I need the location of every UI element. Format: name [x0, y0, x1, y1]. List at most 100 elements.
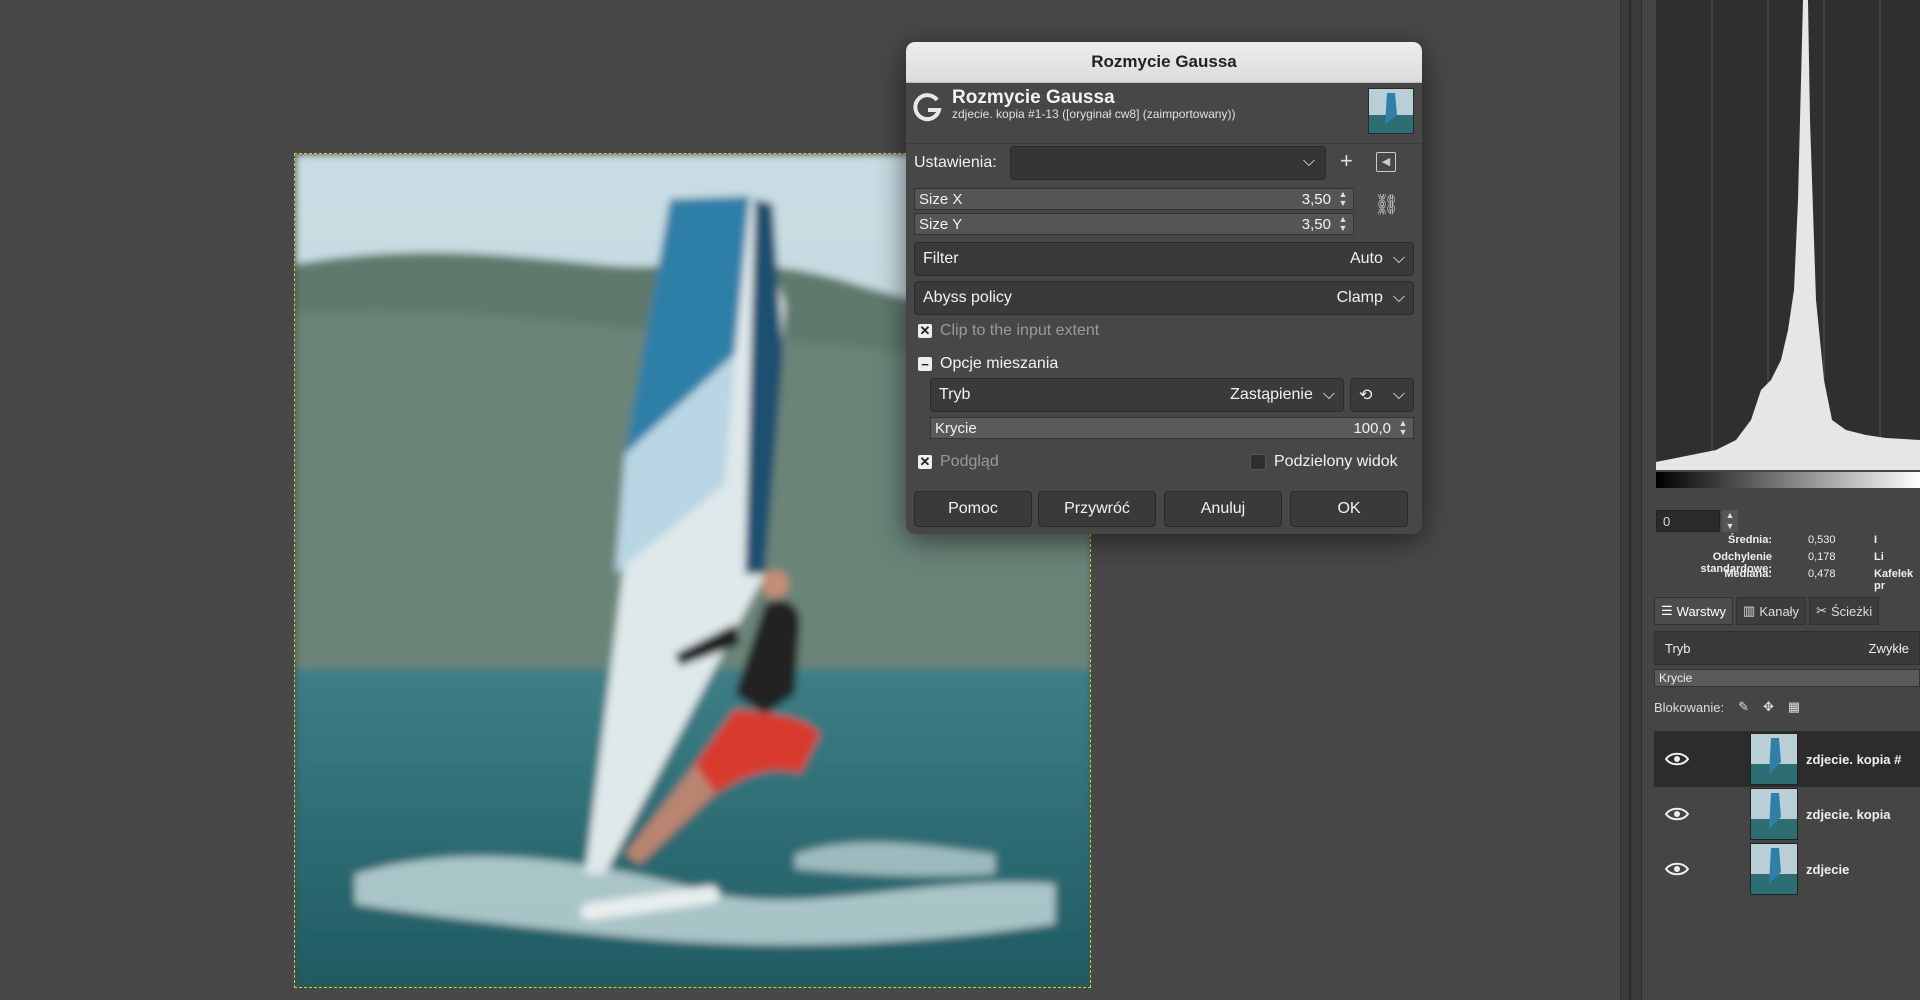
- visibility-eye-icon[interactable]: [1654, 807, 1700, 821]
- opacity-field[interactable]: Krycie 100,0 ▲ ▼: [930, 417, 1414, 439]
- blend-section-label: Opcje mieszania: [940, 355, 1059, 372]
- opacity-value: 100,0: [1353, 419, 1391, 437]
- layer-opacity-slider[interactable]: Krycie: [1654, 669, 1920, 687]
- tab-channels[interactable]: ▥ Kanały: [1736, 597, 1807, 625]
- opacity-stepper[interactable]: ▲ ▼: [1397, 419, 1409, 437]
- size-x-field[interactable]: Size X 3,50 ▲ ▼: [914, 188, 1354, 210]
- preview-label: Podgląd: [940, 453, 999, 470]
- blend-mode-combo[interactable]: Tryb Zastąpienie ⌵: [930, 378, 1344, 412]
- layer-row[interactable]: zdjecie. kopia: [1654, 786, 1920, 842]
- stat-extra-3: Kafelek pr: [1874, 568, 1914, 592]
- abyss-label: Abyss policy: [923, 289, 1012, 306]
- channels-icon: ▥: [1743, 603, 1756, 618]
- layer-row[interactable]: zdjecie: [1654, 841, 1920, 897]
- chevron-down-icon: ⌵: [1392, 386, 1405, 403]
- visibility-eye-icon[interactable]: [1654, 862, 1700, 876]
- layer-mode-combo[interactable]: Tryb Zwykłe: [1654, 631, 1920, 665]
- tab-layers[interactable]: ☰ Warstwy: [1654, 597, 1734, 625]
- abyss-value: Clamp: [1336, 289, 1383, 306]
- presets-combo[interactable]: ⌵: [1010, 146, 1326, 180]
- dock-tabs: ☰ Warstwy ▥ Kanały ✂ Ścieżki: [1654, 597, 1880, 627]
- mean-value: 0,530: [1808, 534, 1836, 546]
- header-title: Rozmycie Gaussa: [952, 87, 1115, 108]
- collapse-icon[interactable]: −: [918, 357, 932, 372]
- preset-menu-icon[interactable]: ◀: [1376, 152, 1396, 172]
- composite-icon: ⟲: [1359, 387, 1373, 404]
- layer-name[interactable]: zdjecie. kopia #: [1806, 752, 1901, 767]
- preview-thumbnail: [1368, 88, 1414, 134]
- cancel-button[interactable]: Anuluj: [1164, 491, 1282, 527]
- histogram-stats: Średnia: 0,530 I Odchylenie standardowe:…: [1654, 534, 1920, 592]
- ok-button[interactable]: OK: [1290, 491, 1408, 527]
- size-y-stepper[interactable]: ▲ ▼: [1337, 215, 1349, 233]
- lock-label: Blokowanie:: [1654, 699, 1725, 715]
- layer-opacity-label: Krycie: [1659, 671, 1693, 685]
- lock-row: Blokowanie: ✎ ✥ ▦: [1654, 693, 1800, 721]
- layer-name[interactable]: zdjecie. kopia: [1806, 807, 1891, 822]
- tab-paths[interactable]: ✂ Ścieżki: [1809, 597, 1880, 625]
- preview-checkbox[interactable]: ✕: [918, 454, 932, 469]
- reset-button[interactable]: Przywróć: [1038, 491, 1156, 527]
- median-value: 0,478: [1808, 568, 1836, 580]
- size-x-stepper[interactable]: ▲ ▼: [1337, 190, 1349, 208]
- filter-label: Filter: [923, 250, 959, 267]
- split-view-row[interactable]: Podzielony widok: [1250, 453, 1398, 471]
- histogram-gradient-bar[interactable]: [1656, 472, 1920, 488]
- split-view-label: Podzielony widok: [1274, 453, 1398, 470]
- tab-paths-label: Ścieżki: [1830, 603, 1873, 619]
- layer-thumbnail: [1750, 843, 1798, 895]
- lock-position-icon[interactable]: ✥: [1763, 699, 1774, 715]
- chain-link-icon[interactable]: ⛓: [1374, 192, 1399, 217]
- clip-label: Clip to the input extent: [940, 322, 1100, 339]
- opacity-label: Krycie: [935, 419, 977, 437]
- panel-divider[interactable]: [1620, 0, 1642, 1000]
- size-y-value: 3,50: [1301, 215, 1331, 233]
- abyss-policy-combo[interactable]: Abyss policy Clamp ⌵: [914, 281, 1414, 315]
- layer-thumbnail: [1750, 788, 1798, 840]
- layer-thumbnail: [1750, 733, 1798, 785]
- histogram-range-input[interactable]: 0: [1656, 510, 1720, 532]
- gimp-logo-icon: [910, 91, 944, 130]
- blend-options-toggle[interactable]: − Opcje mieszania: [918, 355, 1058, 373]
- chevron-down-icon: ⌵: [1322, 386, 1335, 403]
- filter-combo[interactable]: Filter Auto ⌵: [914, 242, 1414, 276]
- histogram-view: [1656, 0, 1920, 470]
- layer-row[interactable]: zdjecie. kopia #: [1654, 731, 1920, 787]
- preview-checkbox-row[interactable]: ✕ Podgląd: [918, 453, 999, 471]
- layers-icon: ☰: [1661, 603, 1673, 618]
- filter-value: Auto: [1349, 250, 1383, 267]
- clip-checkbox[interactable]: ✕: [918, 323, 932, 338]
- histogram-range-stepper[interactable]: ▲ ▼: [1722, 510, 1738, 532]
- chevron-down-icon: ⌵: [1392, 289, 1405, 306]
- tab-channels-label: Kanały: [1759, 603, 1800, 619]
- right-dock: 0 ▲ ▼ Średnia: 0,530 I Odchylenie standar…: [1642, 0, 1920, 1000]
- stat-extra-2: Li: [1874, 551, 1884, 563]
- median-label: Mediana:: [1724, 568, 1772, 580]
- size-x-value: 3,50: [1301, 190, 1331, 208]
- dialog-titlebar[interactable]: Rozmycie Gaussa: [906, 42, 1422, 83]
- help-button[interactable]: Pomoc: [914, 491, 1032, 527]
- layer-mode-value: Zwykłe: [1868, 640, 1909, 656]
- mode-value: Zastąpienie: [1230, 386, 1313, 403]
- mode-label: Tryb: [939, 386, 971, 403]
- lock-pixels-icon[interactable]: ✎: [1738, 699, 1749, 715]
- header-subtitle: zdjecie. kopia #1-13 ([oryginał cw8] (za…: [952, 107, 1236, 121]
- size-y-field[interactable]: Size Y 3,50 ▲ ▼: [914, 213, 1354, 235]
- layer-mode-label: Tryb: [1665, 640, 1691, 656]
- mean-label: Średnia:: [1727, 534, 1772, 546]
- dialog-header: Rozmycie Gaussa zdjecie. kopia #1-13 ([o…: [906, 83, 1422, 144]
- layer-name[interactable]: zdjecie: [1806, 862, 1849, 877]
- split-view-checkbox[interactable]: [1250, 454, 1266, 470]
- tab-layers-label: Warstwy: [1676, 603, 1727, 619]
- lock-alpha-icon[interactable]: ▦: [1788, 699, 1800, 715]
- visibility-eye-icon[interactable]: [1654, 752, 1700, 766]
- add-preset-icon[interactable]: +: [1340, 150, 1353, 172]
- chevron-down-icon: ⌵: [1392, 250, 1405, 267]
- size-x-label: Size X: [919, 190, 963, 208]
- chevron-down-icon: ⌵: [1302, 153, 1315, 170]
- clip-checkbox-row[interactable]: ✕ Clip to the input extent: [918, 322, 1099, 340]
- std-value: 0,178: [1808, 551, 1836, 563]
- composite-mode-combo[interactable]: ⟲ ⌵: [1350, 378, 1414, 412]
- paths-icon: ✂: [1816, 603, 1827, 618]
- stat-extra-1: I: [1874, 534, 1878, 546]
